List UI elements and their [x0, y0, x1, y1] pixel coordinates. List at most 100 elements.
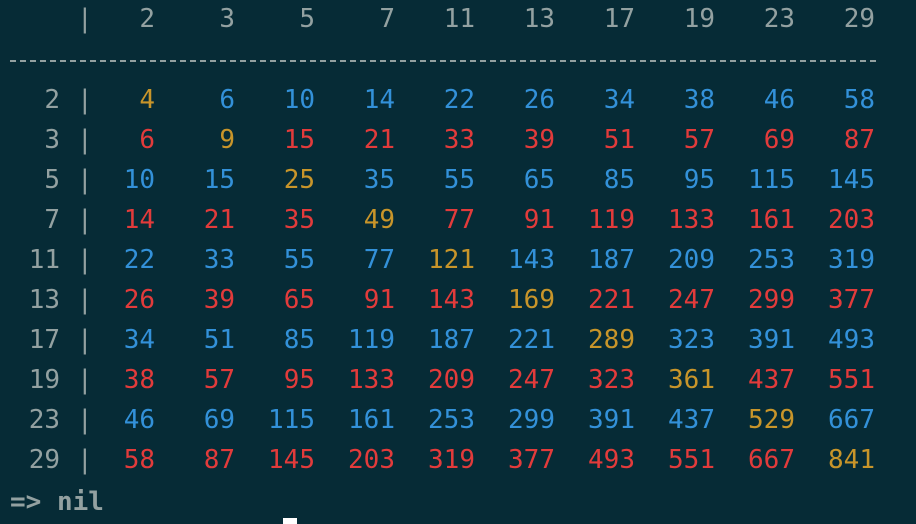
- row-separator: |: [77, 285, 93, 315]
- table-cell: 14: [123, 205, 155, 235]
- row-separator: |: [77, 165, 93, 195]
- table-cell: 87: [203, 445, 235, 475]
- table-cell: 22: [443, 85, 475, 115]
- table-cell: 187: [588, 245, 635, 275]
- table-cell: 161: [348, 405, 395, 435]
- table-cell: 10: [123, 165, 155, 195]
- table-cell: 133: [668, 205, 715, 235]
- table-cell: 247: [508, 365, 555, 395]
- table-cell: 77: [363, 245, 395, 275]
- header-separator-line: [10, 60, 876, 62]
- row-separator: |: [77, 405, 93, 435]
- diagonal-cell: 25: [283, 165, 315, 195]
- column-header: 17: [603, 4, 635, 34]
- table-cell: 39: [523, 125, 555, 155]
- table-cell: 209: [668, 245, 715, 275]
- column-header: 2: [139, 4, 155, 34]
- diagonal-cell: 9: [219, 125, 235, 155]
- row-separator: |: [77, 205, 93, 235]
- table-cell: 437: [668, 405, 715, 435]
- table-cell: 33: [443, 125, 475, 155]
- row-header: 3: [44, 125, 60, 155]
- table-cell: 15: [283, 125, 315, 155]
- table-cell: 377: [508, 445, 555, 475]
- table-cell: 69: [763, 125, 795, 155]
- table-cell: 91: [363, 285, 395, 315]
- table-cell: 323: [588, 365, 635, 395]
- row-separator: |: [77, 125, 93, 155]
- table-cell: 299: [508, 405, 555, 435]
- table-cell: 299: [748, 285, 795, 315]
- table-cell: 143: [428, 285, 475, 315]
- row-separator: |: [77, 445, 93, 475]
- row-header: 19: [28, 365, 60, 395]
- row-separator: |: [77, 245, 93, 275]
- row-header: 7: [44, 205, 60, 235]
- row-separator: |: [77, 325, 93, 355]
- table-cell: 57: [203, 365, 235, 395]
- table-cell: 51: [203, 325, 235, 355]
- column-header: 7: [379, 4, 395, 34]
- table-cell: 6: [139, 125, 155, 155]
- table-cell: 667: [828, 405, 875, 435]
- table-cell: 38: [123, 365, 155, 395]
- table-cell: 493: [828, 325, 875, 355]
- table-cell: 87: [843, 125, 875, 155]
- table-cell: 58: [123, 445, 155, 475]
- terminal-window[interactable]: => nil | 2 3 5 7 11 13 17 19 23 29 2 | 4 6 10 14 22 26 34 38…: [0, 0, 916, 524]
- row-header: 2: [44, 85, 60, 115]
- table-cell: 95: [283, 365, 315, 395]
- row-header: 11: [28, 245, 60, 275]
- diagonal-cell: 289: [588, 325, 635, 355]
- row-header: 29: [28, 445, 60, 475]
- table-cell: 119: [588, 205, 635, 235]
- table-cell: 253: [428, 405, 475, 435]
- table-cell: 203: [828, 205, 875, 235]
- table-cell: 57: [683, 125, 715, 155]
- table-cell: 34: [603, 85, 635, 115]
- table-cell: 323: [668, 325, 715, 355]
- table-cell: 203: [348, 445, 395, 475]
- table-cell: 143: [508, 245, 555, 275]
- table-cell: 38: [683, 85, 715, 115]
- table-cell: 319: [828, 245, 875, 275]
- column-header: 13: [523, 4, 555, 34]
- table-cell: 377: [828, 285, 875, 315]
- table-cell: 91: [523, 205, 555, 235]
- header-separator: |: [77, 4, 93, 34]
- table-cell: 46: [123, 405, 155, 435]
- table-cell: 437: [748, 365, 795, 395]
- row-header: 13: [28, 285, 60, 315]
- table-cell: 33: [203, 245, 235, 275]
- table-cell: 34: [123, 325, 155, 355]
- table-cell: 39: [203, 285, 235, 315]
- table-cell: 115: [268, 405, 315, 435]
- table-cell: 221: [508, 325, 555, 355]
- table-cell: 209: [428, 365, 475, 395]
- diagonal-cell: 49: [363, 205, 395, 235]
- repl-result: => nil: [10, 487, 104, 517]
- table-cell: 161: [748, 205, 795, 235]
- table-cell: 26: [123, 285, 155, 315]
- row-header: 17: [28, 325, 60, 355]
- diagonal-cell: 121: [428, 245, 475, 275]
- table-cell: 69: [203, 405, 235, 435]
- table-cell: 221: [588, 285, 635, 315]
- row-header: 5: [44, 165, 60, 195]
- table-cell: 493: [588, 445, 635, 475]
- table-cell: 21: [203, 205, 235, 235]
- table-cell: 58: [843, 85, 875, 115]
- table-cell: 551: [668, 445, 715, 475]
- table-cell: 391: [748, 325, 795, 355]
- table-cell: 187: [428, 325, 475, 355]
- table-cell: 55: [443, 165, 475, 195]
- diagonal-cell: 529: [748, 405, 795, 435]
- table-cell: 65: [283, 285, 315, 315]
- table-cell: 77: [443, 205, 475, 235]
- table-cell: 253: [748, 245, 795, 275]
- table-cell: 10: [283, 85, 315, 115]
- table-cell: 115: [748, 165, 795, 195]
- table-cell: 95: [683, 165, 715, 195]
- diagonal-cell: 841: [828, 445, 875, 475]
- table-cell: 65: [523, 165, 555, 195]
